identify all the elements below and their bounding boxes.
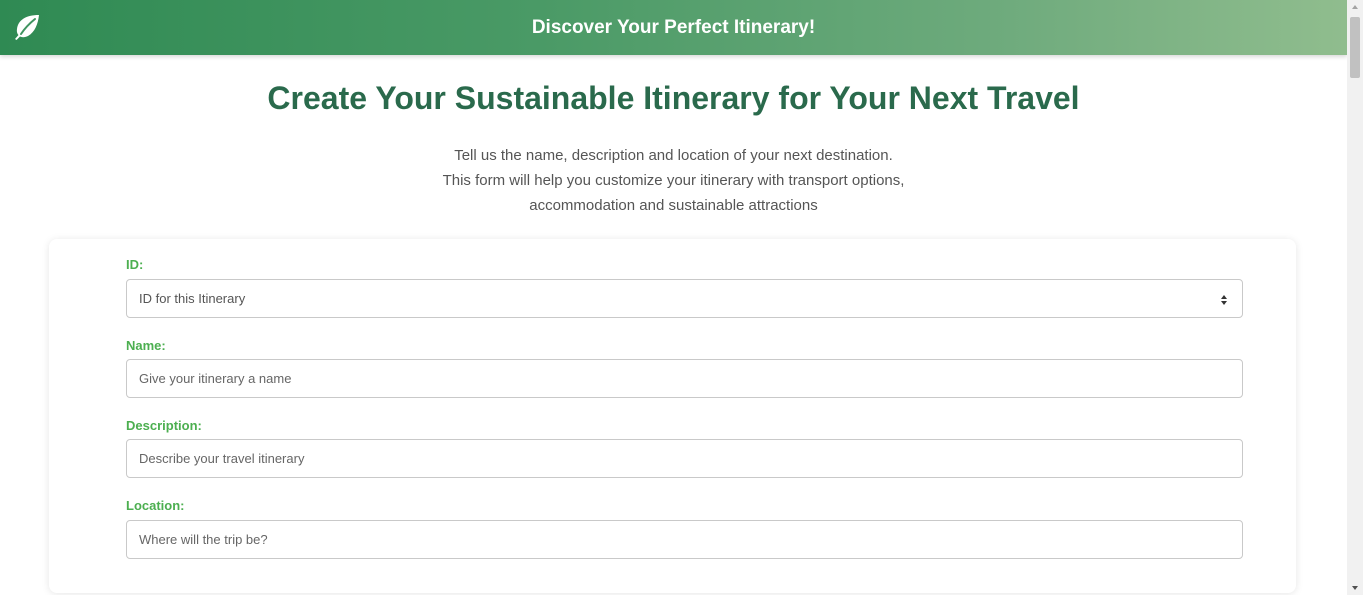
vertical-scrollbar[interactable] <box>1347 0 1363 595</box>
intro-text: Tell us the name, description and locati… <box>0 143 1347 218</box>
scroll-down-arrow-icon[interactable] <box>1347 581 1363 595</box>
description-input[interactable] <box>126 439 1243 478</box>
page-title: Create Your Sustainable Itinerary for Yo… <box>267 80 1080 116</box>
spinner-arrows-icon[interactable] <box>1220 294 1228 306</box>
location-input[interactable] <box>126 520 1243 559</box>
name-label: Name: <box>126 338 166 353</box>
top-navbar: Discover Your Perfect Itinerary! <box>0 0 1347 55</box>
header-title: Discover Your Perfect Itinerary! <box>531 17 816 38</box>
id-label: ID: <box>126 257 144 272</box>
intro-line: accommodation and sustainable attraction… <box>529 197 818 214</box>
scrollbar-thumb[interactable] <box>1350 17 1360 78</box>
intro-line: Tell us the name, description and locati… <box>454 147 893 164</box>
name-input[interactable] <box>126 359 1243 398</box>
id-number-field[interactable]: ID for this Itinerary <box>126 279 1243 318</box>
scroll-up-arrow-icon[interactable] <box>1347 0 1363 14</box>
intro-line: This form will help you customize your i… <box>442 172 905 189</box>
description-label: Description: <box>126 418 202 433</box>
location-label: Location: <box>126 498 185 513</box>
id-placeholder: ID for this Itinerary <box>139 291 246 306</box>
